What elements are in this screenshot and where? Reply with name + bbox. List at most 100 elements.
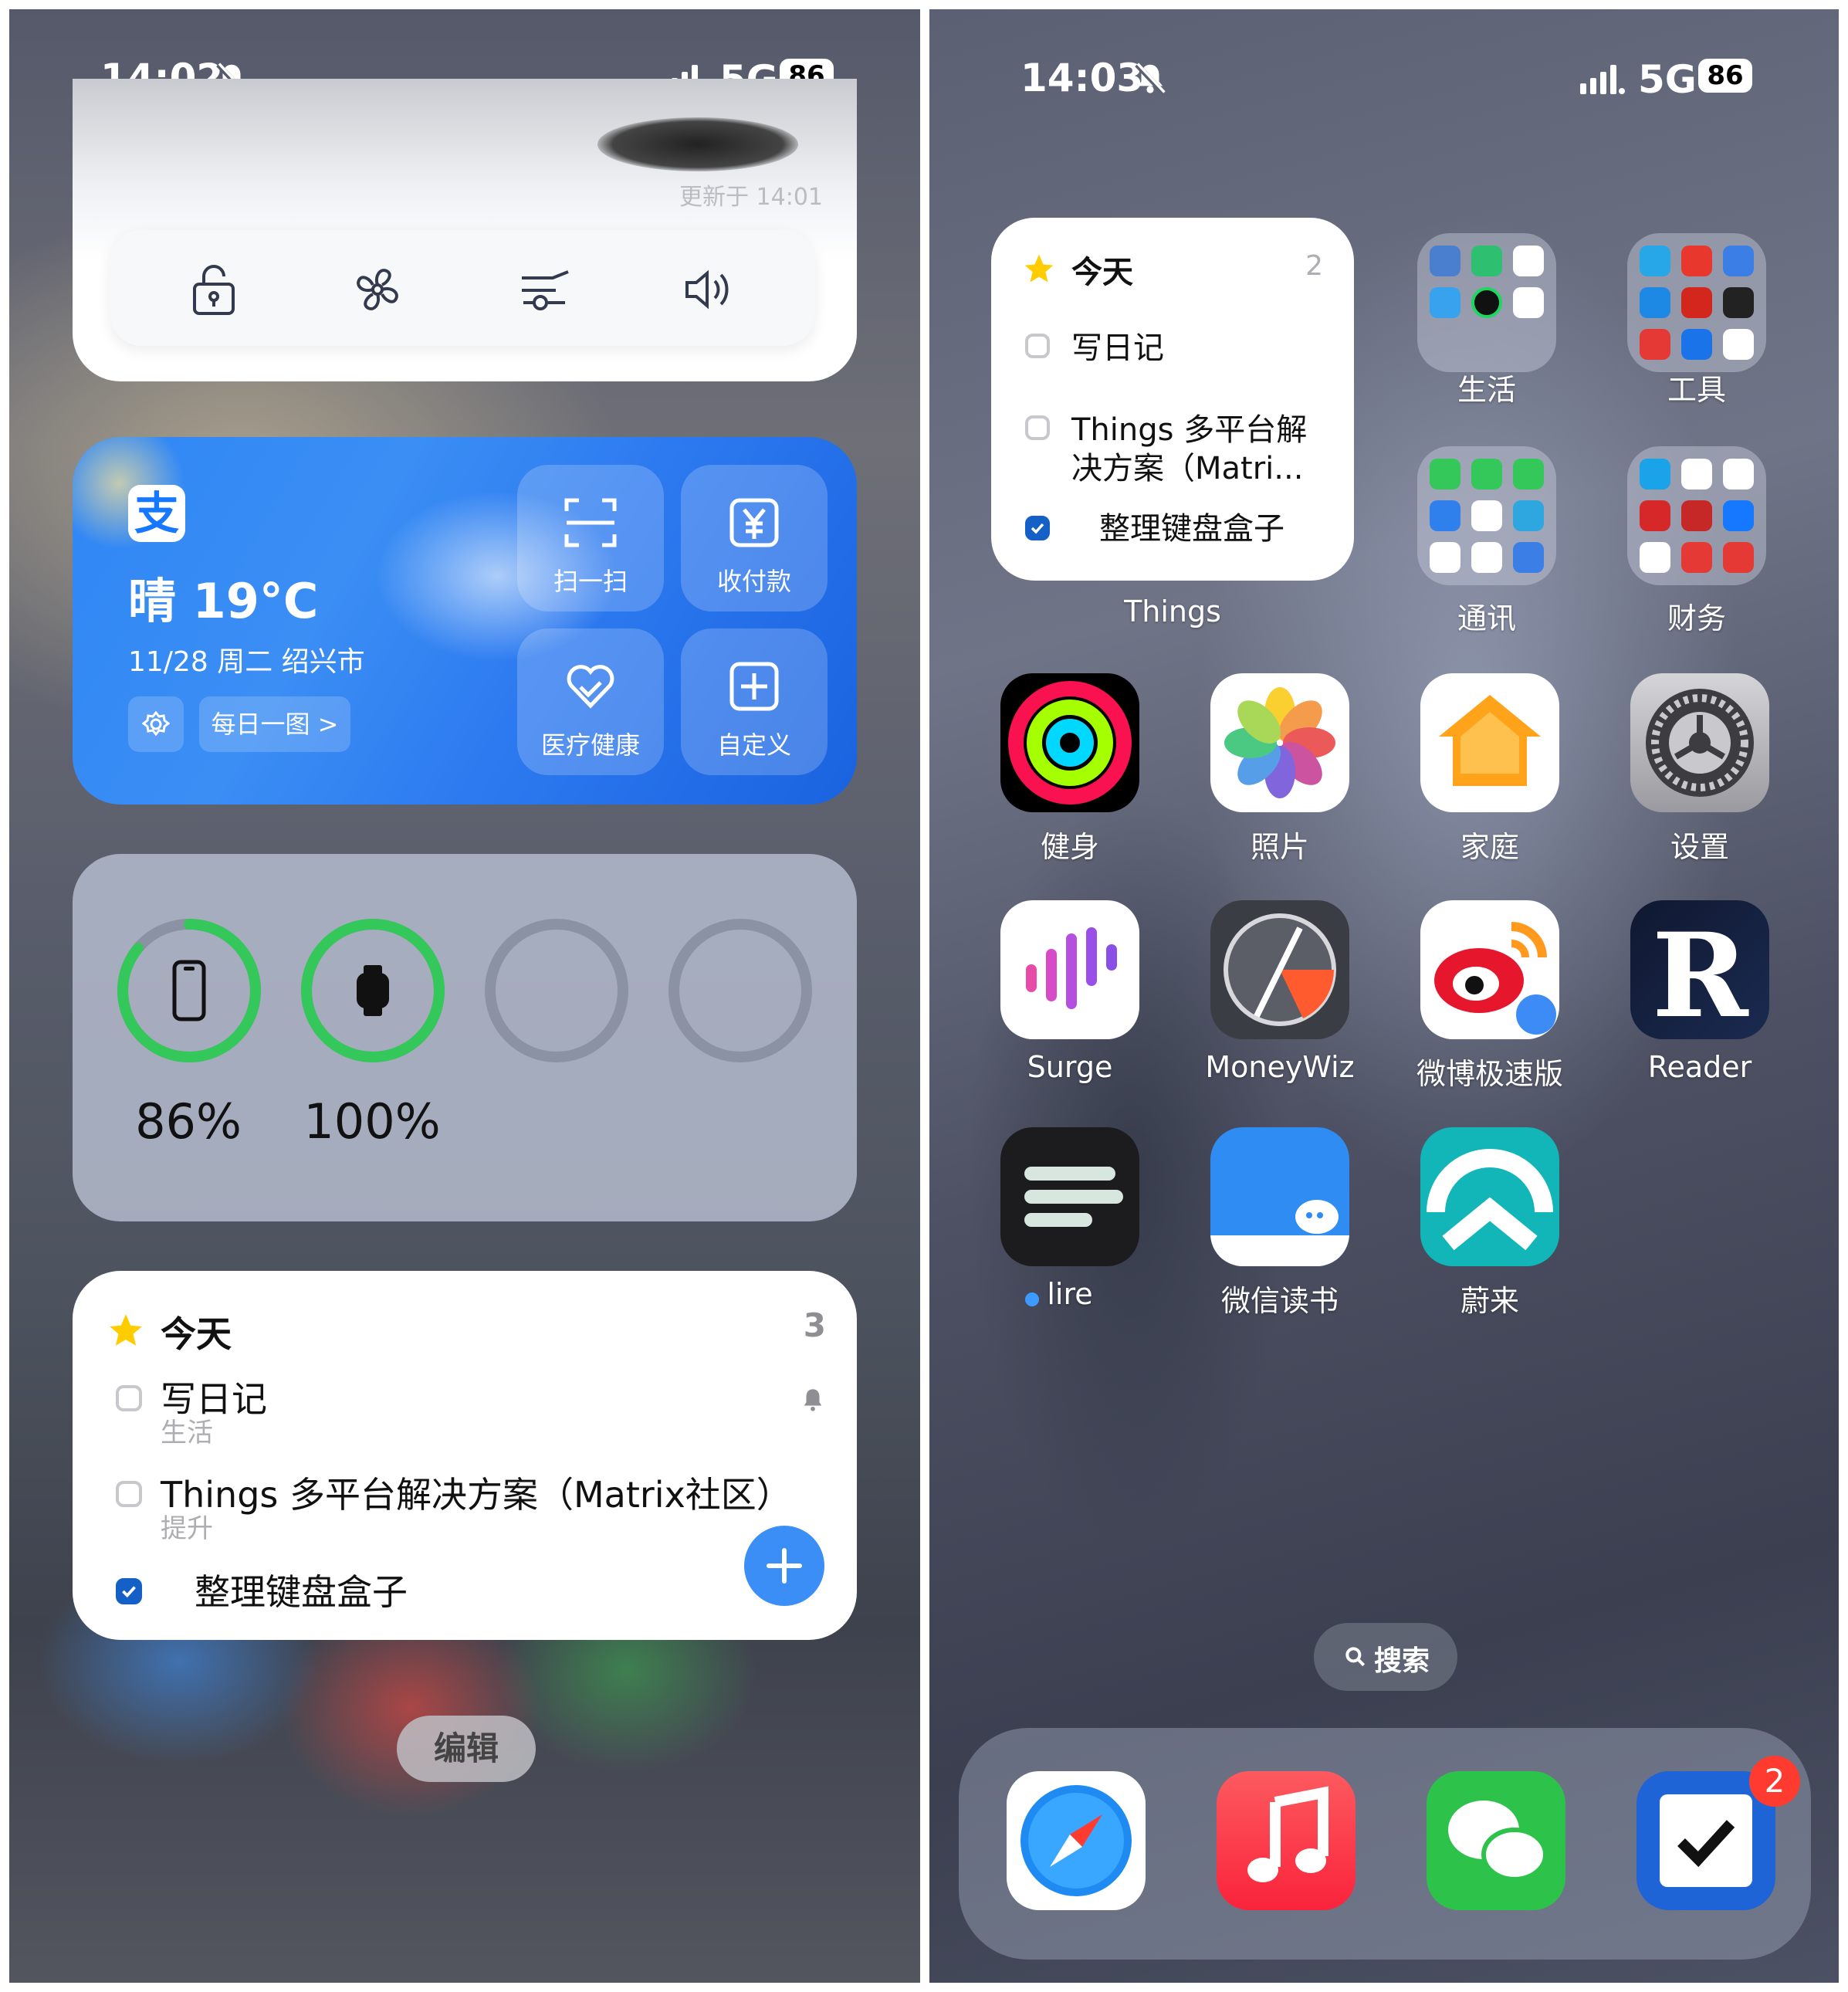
plus-square-icon — [729, 662, 779, 711]
edit-button[interactable]: 编辑 — [397, 1716, 536, 1782]
folder-label: 通讯 — [1457, 601, 1516, 635]
battery-indicator: 86 — [1698, 59, 1752, 93]
reader-r-icon: R — [1652, 908, 1748, 1039]
search-label: 搜索 — [1374, 1645, 1430, 1677]
nio-app[interactable] — [1420, 1127, 1559, 1266]
todo-text[interactable]: 整理键盘盒子 — [195, 1564, 408, 1615]
lock-icon[interactable] — [187, 263, 241, 320]
fan-icon[interactable] — [350, 263, 404, 320]
fitness-app[interactable] — [1000, 673, 1139, 812]
moon-icon — [168, 1581, 180, 1603]
gear-icon — [142, 710, 170, 737]
folder-label: 财务 — [1667, 601, 1726, 635]
weread-app[interactable] — [1210, 1127, 1349, 1266]
scan-button[interactable]: 扫一扫 — [517, 465, 664, 611]
spotlight-search-button[interactable]: 搜索 — [1314, 1623, 1457, 1691]
things-widget-label: Things — [1124, 595, 1221, 628]
home-app[interactable] — [1420, 673, 1559, 812]
yuan-icon — [729, 498, 779, 547]
todo-checkbox-checked[interactable] — [116, 1578, 142, 1604]
todo-project: 提升 — [161, 1513, 213, 1544]
activity-rings-icon — [1008, 681, 1132, 805]
app-label: lire — [1047, 1277, 1093, 1311]
things-count: 2 — [1305, 250, 1323, 282]
reminder-bell-icon — [804, 1389, 822, 1411]
todo-checkbox[interactable] — [116, 1385, 142, 1411]
things-count: 3 — [803, 1306, 826, 1344]
chat-bubbles-icon — [1448, 1801, 1548, 1882]
car-image — [597, 117, 798, 171]
car-controls — [110, 230, 815, 346]
watch-icon — [357, 965, 389, 1016]
lines-icon — [1024, 1167, 1123, 1227]
custom-button[interactable]: 自定义 — [681, 628, 828, 775]
surge-app[interactable] — [1000, 900, 1139, 1039]
todo-checkbox[interactable] — [1025, 415, 1050, 440]
iphone-battery-ring — [117, 919, 261, 1062]
music-note-icon — [1247, 1786, 1328, 1882]
updated-time: 更新于 14:01 — [679, 184, 823, 211]
todo-checkbox[interactable] — [1025, 334, 1050, 358]
pay-button[interactable]: 收付款 — [681, 465, 828, 611]
app-label: Surge — [1027, 1050, 1113, 1084]
folder-finance[interactable] — [1627, 446, 1766, 585]
todo-text[interactable]: 写日记 — [1071, 323, 1164, 368]
battery-widget: 86% 100% — [73, 854, 857, 1221]
scan-icon — [564, 498, 617, 547]
weather-label: 晴 19°C — [128, 573, 319, 629]
things-title: 今天 — [1071, 255, 1133, 290]
folder-tools[interactable] — [1627, 233, 1766, 372]
trunk-icon[interactable] — [517, 263, 576, 320]
app-label: 蔚来 — [1460, 1284, 1519, 1318]
settings-button[interactable] — [128, 696, 184, 752]
todo-text[interactable]: Things 多平台解决方案（Matrix社区） — [161, 1467, 792, 1518]
empty-battery-ring — [485, 919, 628, 1062]
photos-app[interactable] — [1210, 673, 1349, 812]
music-app[interactable] — [1217, 1771, 1356, 1910]
dock: 2 — [959, 1728, 1811, 1960]
scan-label: 扫一扫 — [553, 567, 628, 596]
moneywiz-app[interactable] — [1210, 900, 1349, 1039]
things-title: 今天 — [161, 1313, 232, 1355]
folder-label: 工具 — [1667, 373, 1726, 407]
status-time: 14:03 — [1020, 56, 1144, 100]
todo-checkbox[interactable] — [116, 1481, 142, 1507]
health-button[interactable]: 医疗健康 — [517, 628, 664, 775]
car-widget[interactable]: 更新于 14:01 — [73, 79, 857, 381]
app-label: 微博极速版 — [1416, 1057, 1563, 1091]
waveform-icon — [1026, 927, 1117, 1009]
health-label: 医疗健康 — [540, 730, 640, 760]
safari-app[interactable] — [1007, 1771, 1146, 1910]
pay-label: 收付款 — [716, 567, 791, 596]
checkmark-icon — [122, 1586, 136, 1598]
things-widget-large[interactable]: 今天 3 写日记 生活 Things 多平台解决方案（Matrix社区） 提升 … — [73, 1271, 857, 1640]
add-todo-button[interactable] — [744, 1526, 824, 1606]
iphone-icon — [172, 960, 206, 1021]
app-label: 健身 — [1040, 830, 1099, 864]
weibo-app[interactable] — [1420, 900, 1559, 1039]
photos-flower-icon — [1224, 687, 1335, 798]
things-widget-small[interactable]: 今天 2 写日记 Things 多平台解 决方案（Matri... 整理键盘盒子 — [991, 218, 1354, 581]
network-label: 5G — [1638, 57, 1697, 102]
app-label: 照片 — [1250, 830, 1309, 864]
folder-life[interactable] — [1417, 233, 1556, 372]
settings-app[interactable] — [1630, 673, 1769, 812]
house-icon — [1439, 695, 1541, 786]
todo-text[interactable]: 整理键盘盒子 — [1099, 503, 1284, 548]
daily-image-button[interactable]: 每日一图 > — [199, 696, 350, 752]
date-city-label: 11/28 周二 绍兴市 — [128, 646, 365, 678]
widget-screen: 14:02 5G 86 更新于 14:01 支 晴 19 — [9, 9, 920, 1983]
folder-communication[interactable] — [1417, 446, 1556, 585]
search-icon — [1345, 1647, 1366, 1667]
notification-badge: 2 — [1749, 1756, 1800, 1807]
horn-icon[interactable] — [681, 263, 740, 320]
alipay-widget[interactable]: 支 晴 19°C 11/28 周二 绍兴市 每日一图 > 扫一扫 收付款 医疗健… — [73, 437, 857, 805]
iphone-battery-percent: 86% — [135, 1093, 242, 1150]
empty-battery-ring — [668, 919, 812, 1062]
lire-app[interactable] — [1000, 1127, 1139, 1266]
reader-app[interactable]: R — [1630, 900, 1769, 1039]
folder-label: 生活 — [1457, 373, 1516, 407]
moon-icon — [1074, 519, 1084, 537]
todo-checkbox-checked[interactable] — [1025, 516, 1050, 540]
wechat-app[interactable] — [1427, 1771, 1565, 1910]
